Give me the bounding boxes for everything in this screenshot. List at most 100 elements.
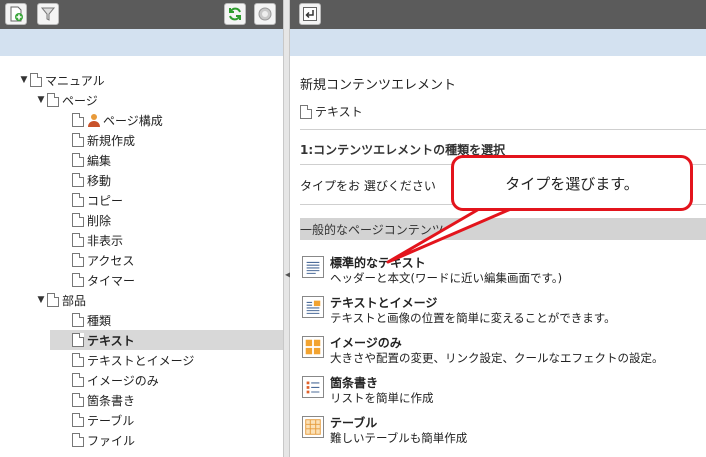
text-image-icon bbox=[302, 296, 324, 318]
bullet-list-icon bbox=[302, 376, 324, 398]
tree-item-hide[interactable]: 非表示 bbox=[60, 230, 123, 250]
tree-item-access[interactable]: アクセス bbox=[60, 250, 134, 270]
tree-item-types[interactable]: 種類 bbox=[60, 310, 111, 330]
page-icon bbox=[72, 133, 84, 147]
help-icon bbox=[258, 7, 272, 21]
content-toolbar bbox=[290, 0, 706, 29]
collapse-toggle-icon[interactable]: ▼ bbox=[35, 95, 47, 105]
standard-text-icon bbox=[302, 256, 324, 278]
tree-item-label: イメージのみ bbox=[87, 373, 159, 388]
collapse-toggle-icon[interactable]: ▼ bbox=[18, 75, 30, 85]
page-icon bbox=[72, 353, 84, 367]
page-icon bbox=[300, 104, 312, 119]
type-prompt: タイプをお 選びください bbox=[300, 179, 436, 193]
refresh-icon bbox=[229, 7, 241, 21]
tree-item-bullets[interactable]: 箇条書き bbox=[60, 390, 135, 410]
collapse-toggle-icon[interactable]: ▼ bbox=[35, 295, 47, 305]
section-header-label: 一般的なページコンテンツ bbox=[300, 222, 444, 237]
tree-item-page-structure[interactable]: ページ構成 bbox=[60, 110, 163, 130]
tree-item-label: マニュアル bbox=[45, 73, 105, 88]
option-desc: 大きさや配置の変更、リンク設定、クールなエフェクトの設定。 bbox=[330, 351, 664, 365]
tree-item-new[interactable]: 新規作成 bbox=[60, 130, 135, 150]
option-title[interactable]: テキストとイメージ bbox=[330, 294, 437, 311]
callout-text: タイプを選びます。 bbox=[505, 174, 639, 193]
tree-item-label: 編集 bbox=[87, 153, 112, 168]
page-tree-pane: ▼ マニュアル ▼ ページ ページ構成 新規作成 編集 移動 コピー 削除 非表… bbox=[0, 0, 283, 457]
tree-item-label: ページ構成 bbox=[103, 113, 163, 128]
tree-item-label: テーブル bbox=[87, 413, 135, 428]
option-desc: 難しいテーブルも簡単作成 bbox=[330, 431, 468, 445]
option-desc: テキストと画像の位置を簡単に変えることができます。 bbox=[330, 311, 616, 325]
tree-item-label: 部品 bbox=[62, 293, 87, 308]
person-icon bbox=[88, 114, 100, 127]
option-desc: ヘッダーと本文(ワードに近い編集画面です。) bbox=[330, 271, 563, 285]
page-icon bbox=[47, 293, 59, 307]
tree-item-text-image[interactable]: テキストとイメージ bbox=[60, 350, 194, 370]
page-icon bbox=[72, 413, 84, 427]
new-page-button[interactable] bbox=[5, 3, 27, 25]
tree-item-text-selected[interactable]: テキスト bbox=[50, 330, 283, 350]
tree-item-page[interactable]: ▼ ページ bbox=[35, 90, 98, 110]
option-text-image[interactable]: テキストとイメージ テキストと画像の位置を簡単に変えることができます。 bbox=[302, 292, 702, 328]
tree-item-label: 種類 bbox=[87, 313, 112, 328]
back-icon bbox=[303, 7, 317, 21]
tree-item-manual[interactable]: ▼ マニュアル bbox=[18, 70, 105, 90]
tree-toolbar bbox=[0, 0, 283, 29]
help-button[interactable] bbox=[254, 3, 276, 25]
page-title: 新規コンテンツエレメント bbox=[300, 78, 457, 93]
tree-item-label: 移動 bbox=[87, 173, 112, 188]
page-icon bbox=[72, 213, 84, 227]
tree-item-label: テキスト bbox=[87, 333, 135, 348]
tree-item-image-only[interactable]: イメージのみ bbox=[60, 370, 159, 390]
refresh-button[interactable] bbox=[224, 3, 246, 25]
page-icon bbox=[72, 113, 84, 127]
tree-item-file[interactable]: ファイル bbox=[60, 430, 135, 450]
option-desc: リストを簡単に作成 bbox=[330, 391, 434, 405]
option-image-only[interactable]: イメージのみ 大きさや配置の変更、リンク設定、クールなエフェクトの設定。 bbox=[302, 332, 702, 368]
page-icon bbox=[72, 253, 84, 267]
back-button[interactable] bbox=[299, 3, 321, 25]
content-pane: 新規コンテンツエレメント テキスト 1:コンテンツエレメントの種類を選択 タイプ… bbox=[290, 0, 706, 457]
tree-item-edit[interactable]: 編集 bbox=[60, 150, 111, 170]
option-table[interactable]: テーブル 難しいテーブルも簡単作成 bbox=[302, 412, 702, 448]
option-bullets[interactable]: 箇条書き リストを簡単に作成 bbox=[302, 372, 702, 408]
tree-subbar bbox=[0, 29, 283, 56]
filter-button[interactable] bbox=[37, 3, 59, 25]
content-subbar bbox=[290, 29, 706, 56]
page-icon bbox=[72, 313, 84, 327]
page-icon bbox=[72, 433, 84, 447]
new-page-icon bbox=[10, 6, 23, 22]
page-icon bbox=[30, 73, 42, 87]
page-icon bbox=[72, 233, 84, 247]
page-icon bbox=[72, 373, 84, 387]
tree-item-label: コピー bbox=[87, 193, 124, 208]
option-title[interactable]: テーブル bbox=[330, 414, 377, 431]
page-icon bbox=[72, 153, 84, 167]
page-icon bbox=[72, 173, 84, 187]
tree-item-table[interactable]: テーブル bbox=[60, 410, 134, 430]
section-header: 一般的なページコンテンツ bbox=[300, 218, 706, 240]
tree-item-label: アクセス bbox=[87, 253, 135, 268]
option-standard-text[interactable]: 標準的なテキスト ヘッダーと本文(ワードに近い編集画面です。) bbox=[302, 252, 702, 288]
tree-item-delete[interactable]: 削除 bbox=[60, 210, 111, 230]
option-title[interactable]: 箇条書き bbox=[330, 374, 378, 391]
tree-item-label: 新規作成 bbox=[87, 133, 136, 148]
tree-item-label: ファイル bbox=[87, 433, 136, 448]
tree-item-label: タイマー bbox=[87, 273, 136, 288]
pane-splitter[interactable]: ◀ bbox=[283, 0, 291, 457]
tree-item-label: テキストとイメージ bbox=[87, 353, 195, 368]
tree-item-label: 箇条書き bbox=[87, 393, 136, 408]
filter-icon bbox=[40, 7, 56, 21]
current-type: テキスト bbox=[300, 103, 363, 120]
tree-item-label: 削除 bbox=[87, 213, 112, 228]
current-type-label: テキスト bbox=[315, 105, 363, 119]
page-icon bbox=[72, 333, 84, 347]
option-title[interactable]: イメージのみ bbox=[330, 334, 402, 351]
page-icon bbox=[72, 393, 84, 407]
tree-item-timer[interactable]: タイマー bbox=[60, 270, 135, 290]
tree-item-parts[interactable]: ▼ 部品 bbox=[35, 290, 86, 310]
page-folder-icon bbox=[47, 93, 59, 107]
option-title[interactable]: 標準的なテキスト bbox=[330, 254, 426, 271]
tree-item-move[interactable]: 移動 bbox=[60, 170, 111, 190]
tree-item-copy[interactable]: コピー bbox=[60, 190, 123, 210]
